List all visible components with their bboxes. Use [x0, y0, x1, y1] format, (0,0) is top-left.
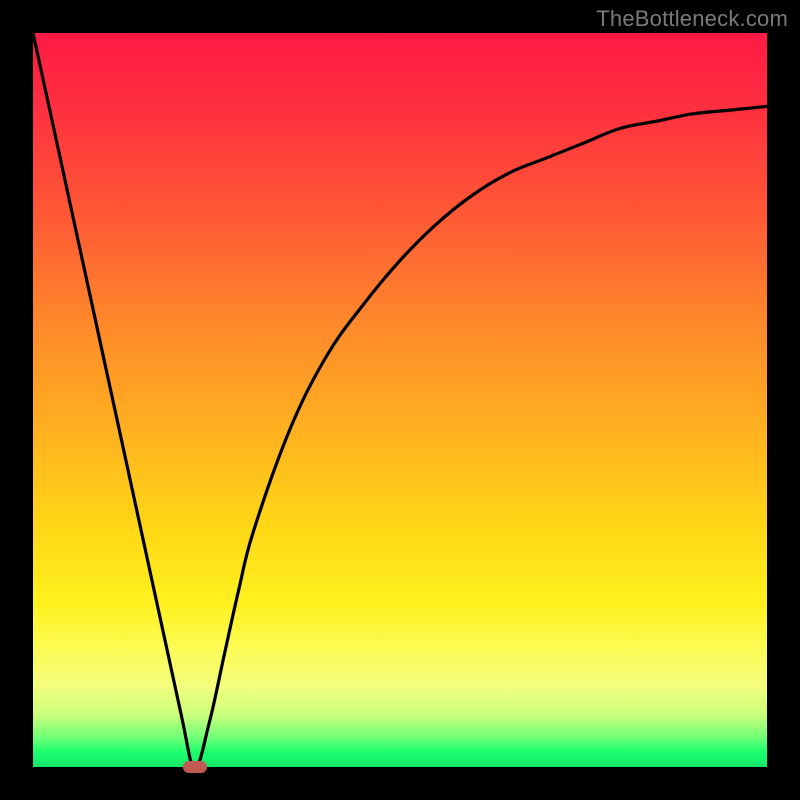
minimum-marker: [183, 761, 207, 773]
chart-frame: TheBottleneck.com: [0, 0, 800, 800]
bottleneck-curve: [33, 33, 767, 767]
plot-area: [33, 33, 767, 767]
watermark-text: TheBottleneck.com: [596, 6, 788, 32]
curve-path: [33, 33, 767, 767]
